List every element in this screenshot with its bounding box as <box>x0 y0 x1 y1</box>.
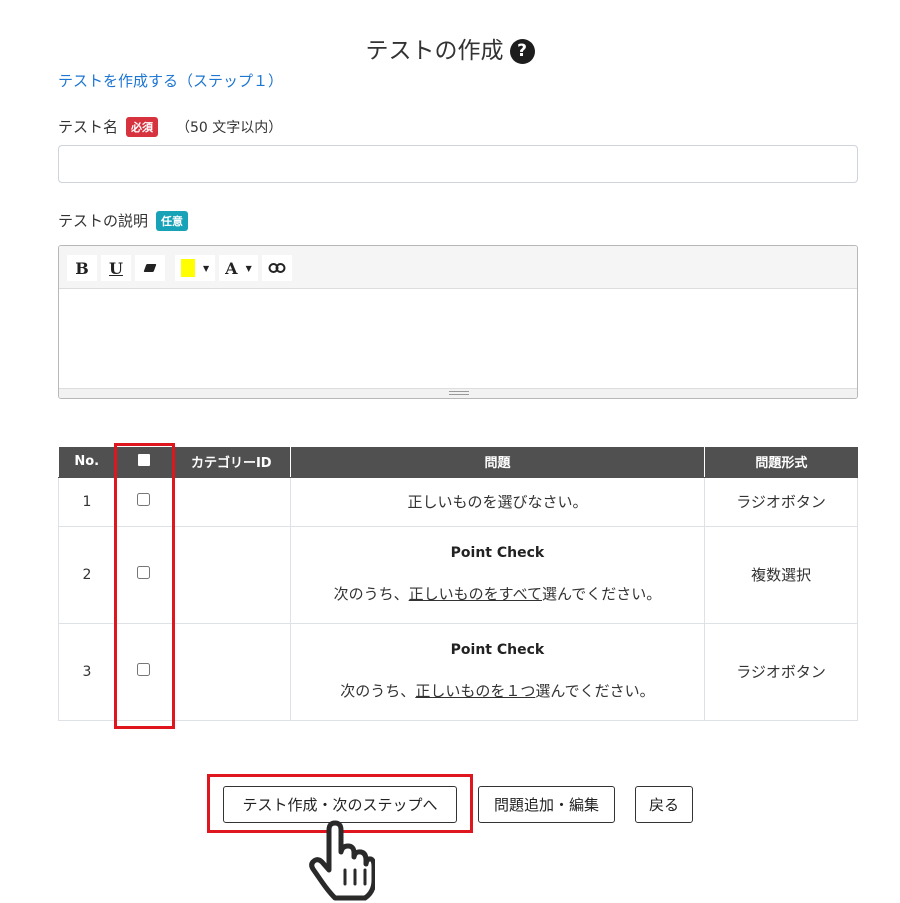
table-row: 2 Point Check 次のうち、正しいものをすべて選んでください。 複数選… <box>58 525 858 624</box>
question-text-underlined: 正しいものをすべて <box>408 585 542 603</box>
row-no: 3 <box>58 622 116 721</box>
row-type: ラジオボタン <box>704 622 858 721</box>
header-type: 問題形式 <box>704 447 858 478</box>
description-label-row: テストの説明 任意 <box>58 210 189 231</box>
question-text-pre: 次のうち、 <box>340 682 416 700</box>
row-question: Point Check 次のうち、正しいものをすべて選んでください。 <box>289 525 706 624</box>
required-badge: 必須 <box>126 117 159 137</box>
eraser-icon <box>143 264 157 272</box>
font-color-label: A <box>225 258 238 278</box>
row-category <box>171 622 291 721</box>
question-text-post: 選んでください。 <box>535 682 655 700</box>
description-label: テストの説明 <box>58 212 149 230</box>
link-icon <box>268 263 286 273</box>
row-checkbox-cell <box>114 525 173 624</box>
header-question: 問題 <box>290 447 706 478</box>
table-row: 3 Point Check 次のうち、正しいものを１つ選んでください。 ラジオボ… <box>58 622 858 721</box>
question-text: 次のうち、正しいものをすべて選んでください。 <box>334 585 662 603</box>
page-title-text: テストの作成 <box>365 38 504 65</box>
bold-button[interactable]: B <box>67 255 97 281</box>
highlight-swatch <box>181 259 195 277</box>
question-text-pre: 次のうち、 <box>333 585 409 603</box>
editor-resize-handle[interactable] <box>59 388 857 398</box>
row-checkbox[interactable] <box>137 663 151 676</box>
eraser-button[interactable] <box>135 255 165 281</box>
row-checkbox[interactable] <box>137 566 151 579</box>
row-checkbox[interactable] <box>137 493 151 506</box>
test-name-label: テスト名 <box>58 118 119 136</box>
page-title: テストの作成? <box>0 31 900 65</box>
link-button[interactable] <box>261 255 292 281</box>
highlight-color-button[interactable]: ▼ <box>175 255 216 281</box>
optional-badge: 任意 <box>156 211 189 231</box>
row-checkbox-cell <box>114 476 173 527</box>
question-title: Point Check <box>450 545 545 561</box>
editor-content-area[interactable] <box>59 289 857 388</box>
row-type: 複数選択 <box>704 525 858 624</box>
row-checkbox-cell <box>114 622 173 721</box>
table-header-row: No. カテゴリーID 問題 問題形式 <box>58 447 858 478</box>
question-text: 次のうち、正しいものを１つ選んでください。 <box>340 682 654 700</box>
add-edit-questions-button[interactable]: 問題追加・編集 <box>478 786 615 823</box>
question-table: No. カテゴリーID 問題 問題形式 1 正しいものを選びなさい。 ラジオボタ… <box>58 447 858 721</box>
hand-pointer-icon <box>309 820 375 901</box>
test-name-input[interactable] <box>58 145 858 183</box>
length-hint: （50 文字以内） <box>176 120 283 136</box>
question-text-post: 選んでください。 <box>542 585 662 603</box>
step-link[interactable]: テストを作成する（ステップ１） <box>58 70 283 91</box>
row-no: 1 <box>58 476 116 527</box>
header-category: カテゴリーID <box>172 447 291 478</box>
create-next-step-button[interactable]: テスト作成・次のステップへ <box>223 786 457 823</box>
back-button[interactable]: 戻る <box>635 786 693 823</box>
row-no: 2 <box>58 525 116 624</box>
row-category <box>171 476 291 527</box>
chevron-down-icon: ▼ <box>245 263 252 273</box>
editor-toolbar: B U ▼ A ▼ <box>59 246 857 289</box>
question-title: Point Check <box>450 642 545 658</box>
question-text: 正しいものを選びなさい。 <box>407 493 588 511</box>
chevron-down-icon: ▼ <box>203 263 210 273</box>
select-all-checkbox[interactable] <box>137 453 150 466</box>
row-category <box>171 525 291 624</box>
header-no: No. <box>58 447 116 478</box>
help-icon[interactable]: ? <box>509 39 535 65</box>
underline-button[interactable]: U <box>101 255 131 281</box>
header-select-all <box>115 447 173 478</box>
row-question: 正しいものを選びなさい。 <box>289 476 706 527</box>
row-type: ラジオボタン <box>704 476 858 527</box>
font-color-button[interactable]: A ▼ <box>219 255 258 281</box>
grip-icon <box>449 391 469 395</box>
table-row: 1 正しいものを選びなさい。 ラジオボタン <box>58 476 858 527</box>
rich-text-editor: B U ▼ A ▼ <box>58 245 858 399</box>
row-question: Point Check 次のうち、正しいものを１つ選んでください。 <box>289 622 706 721</box>
question-text-underlined: 正しいものを１つ <box>415 682 536 700</box>
test-name-label-row: テスト名 必須 （50 文字以内） <box>58 116 282 137</box>
